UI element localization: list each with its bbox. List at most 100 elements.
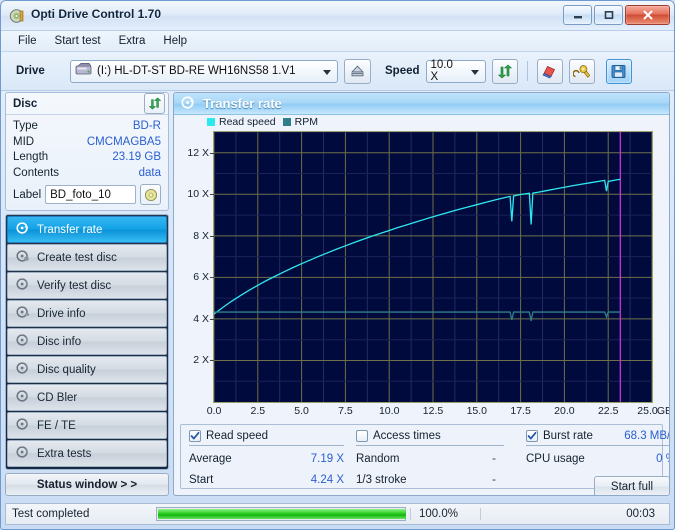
minimize-button[interactable] xyxy=(563,5,592,25)
refresh-icon xyxy=(148,97,161,110)
save-icon xyxy=(611,64,626,78)
sidebar-item-verify-test-disc[interactable]: Verify test disc xyxy=(7,272,167,299)
start-full-button[interactable]: Start full xyxy=(594,476,669,495)
speed-select[interactable]: 10.0 X xyxy=(425,59,486,83)
save-button[interactable] xyxy=(605,58,632,84)
y-axis-tick-label: 8 X xyxy=(193,229,209,242)
sidebar-item-fe-te[interactable]: FE / TE xyxy=(7,412,167,439)
end-label: End xyxy=(189,491,209,495)
erase-button[interactable] xyxy=(536,58,563,84)
close-button[interactable] xyxy=(625,5,670,25)
panel-header: Transfer rate xyxy=(174,93,669,115)
sidebar-item-cd-bler[interactable]: CD Bler xyxy=(7,384,167,411)
x-axis-tick-label: 25.0 xyxy=(637,405,658,417)
stat-row-end: End 10.16 X xyxy=(189,491,344,495)
access-times-checkbox-row[interactable]: Access times xyxy=(356,430,504,446)
sidebar-item-label: CD Bler xyxy=(37,391,78,404)
disc-type-label: Type xyxy=(13,120,38,132)
close-icon xyxy=(643,10,652,20)
random-value: - xyxy=(492,453,496,465)
read-speed-label: Read speed xyxy=(206,430,269,442)
drive-label: Drive xyxy=(16,65,45,77)
burst-rate-value: 68.3 MB/s xyxy=(624,430,670,442)
x-axis-tick-label: 17.5 xyxy=(510,405,531,417)
wrench-icon xyxy=(573,64,591,78)
end-value: 10.16 X xyxy=(304,491,344,495)
access-times-checkbox[interactable] xyxy=(356,430,368,442)
read-speed-checkbox[interactable] xyxy=(189,430,201,442)
average-value: 7.19 X xyxy=(310,453,344,465)
refresh-icon xyxy=(497,64,512,78)
sidebar-item-drive-info[interactable]: Drive info xyxy=(7,300,167,327)
disc-info-icon xyxy=(16,333,30,350)
chevron-down-icon xyxy=(470,69,479,75)
disc-panel-header: Disc xyxy=(6,93,168,115)
application-window: Opti Drive Control 1.70 File Start test xyxy=(0,0,675,530)
y-axis-tick xyxy=(210,152,214,154)
menu-item-extra[interactable]: Extra xyxy=(110,33,155,49)
disc-label-button[interactable] xyxy=(140,184,161,205)
sidebar-item-label: Disc info xyxy=(37,335,82,348)
refresh-button[interactable] xyxy=(491,58,518,84)
disc-contents-value: data xyxy=(138,166,161,179)
drive-select[interactable]: (I:) HL-DT-ST BD-RE WH16NS58 1.V1 xyxy=(70,59,338,83)
burst-rate-checkbox-row[interactable]: Burst rate 68.3 MB/s xyxy=(526,430,670,446)
full-stroke-value: - xyxy=(492,491,504,495)
eject-button[interactable] xyxy=(344,58,371,84)
maximize-button[interactable] xyxy=(594,5,623,25)
average-label: Average xyxy=(189,453,232,465)
toolbar: Drive (I:) HL-DT-ST BD-RE WH16NS58 1.V1 … xyxy=(1,52,674,91)
menu-item-help[interactable]: Help xyxy=(154,33,196,49)
legend-label-rpm: RPM xyxy=(294,116,318,128)
menu-item-file[interactable]: File xyxy=(9,33,46,49)
sidebar-item-create-test-disc[interactable]: Create test disc xyxy=(7,244,167,271)
x-axis-tick-label: 5.0 xyxy=(294,405,309,417)
sidebar-item-disc-quality[interactable]: Disc quality xyxy=(7,356,167,383)
y-axis-tick-label: 10 X xyxy=(187,188,209,201)
x-axis-tick-label: 20.0 xyxy=(554,405,575,417)
y-axis-tick xyxy=(210,235,214,237)
sidebar-item-extra-tests[interactable]: Extra tests xyxy=(7,440,167,467)
sidebar-item-disc-info[interactable]: Disc info xyxy=(7,328,167,355)
disc-quality-icon xyxy=(16,361,30,378)
burst-rate-stats: Burst rate 68.3 MB/s CPU usage 0 % Start… xyxy=(526,430,670,495)
y-axis-tick-label: 6 X xyxy=(193,271,209,284)
maximize-icon xyxy=(604,10,613,20)
transfer-rate-chart: 2 X 4 X 6 X 8 X 10 X 12 X 0.0 2.5 5.0 7.5 10.0 12.5… xyxy=(180,129,669,421)
check-icon xyxy=(190,431,200,440)
disc-label-input[interactable]: BD_foto_10 xyxy=(45,185,136,204)
disc-panel-title: Disc xyxy=(13,97,38,110)
legend-swatch-read-speed xyxy=(207,118,215,126)
disc-row-length: Length 23.19 GB xyxy=(13,150,161,166)
x-axis-tick-label: 10.0 xyxy=(378,405,400,417)
y-axis-tick-label: 2 X xyxy=(193,354,209,367)
minimize-icon xyxy=(573,16,582,19)
status-window-button[interactable]: Status window > > xyxy=(5,473,169,496)
stat-row-start: Start 4.24 X xyxy=(189,470,344,491)
speed-value: 10.0 X xyxy=(430,59,453,83)
cpu-usage-label: CPU usage xyxy=(526,453,585,465)
disc-check-icon xyxy=(16,277,30,294)
fe-te-icon xyxy=(16,417,30,434)
chart-plot-area: 2 X 4 X 6 X 8 X 10 X 12 X 0.0 2.5 5.0 7.5 10.0 12.5… xyxy=(187,131,669,417)
disc-length-label: Length xyxy=(13,151,49,163)
third-stroke-label: 1/3 stroke xyxy=(356,474,407,486)
sidebar-item-transfer-rate[interactable]: Transfer rate xyxy=(7,216,167,243)
burst-rate-checkbox[interactable] xyxy=(526,430,538,442)
tools-button[interactable] xyxy=(568,58,595,84)
disc-mid-label: MID xyxy=(13,135,35,148)
elapsed-time: 00:03 xyxy=(480,508,669,520)
check-icon xyxy=(527,431,537,440)
progress-percent: 100.0% xyxy=(410,508,480,520)
disc-burn-icon xyxy=(16,221,30,238)
status-bar: Test completed 100.0% 00:03 xyxy=(5,503,670,525)
full-stroke-label: Full stroke xyxy=(356,491,409,495)
x-axis-tick-label: 15.0 xyxy=(466,405,488,417)
read-speed-checkbox-row[interactable]: Read speed xyxy=(189,430,344,446)
drive-value: (I:) HL-DT-ST BD-RE WH16NS58 1.V1 xyxy=(97,65,296,77)
disc-refresh-button[interactable] xyxy=(144,93,165,114)
eraser-icon xyxy=(542,65,555,78)
menu-item-start-test[interactable]: Start test xyxy=(46,33,110,49)
disc-panel: Disc Type BD-R MID CMCMAGBA5 Length 23.1… xyxy=(5,92,169,211)
stat-row-third-stroke: 1/3 stroke - xyxy=(356,470,504,491)
